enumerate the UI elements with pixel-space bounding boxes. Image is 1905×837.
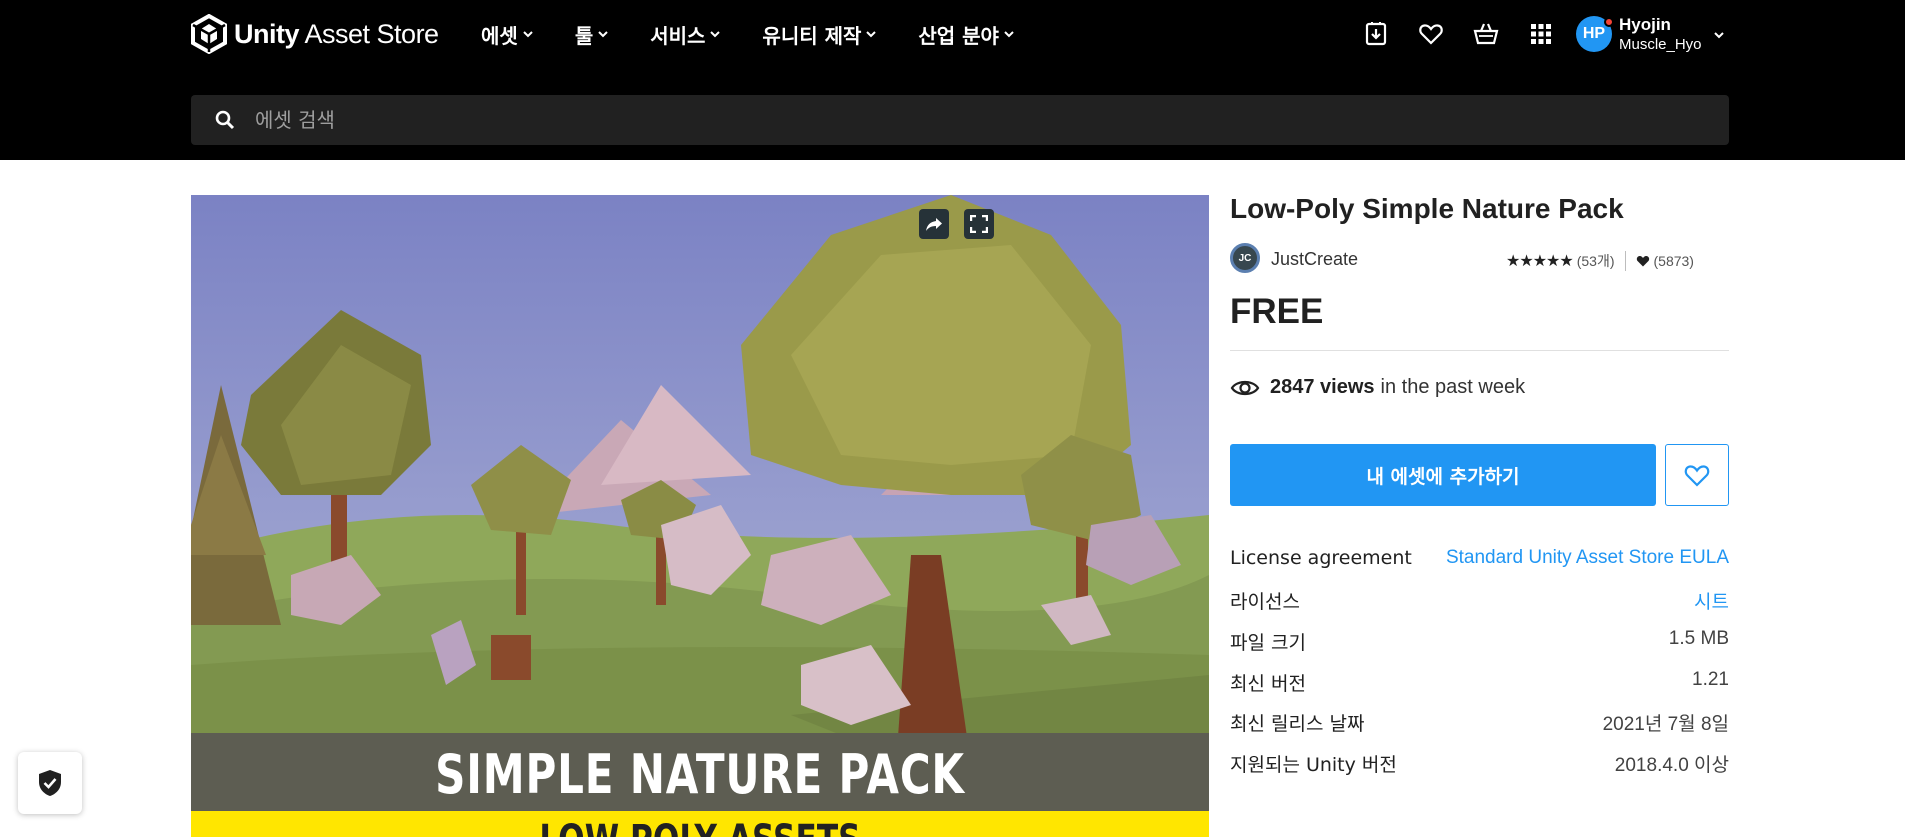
nav-industries[interactable]: 산업 분야 — [918, 20, 1014, 48]
views-count: 2847 views — [1270, 376, 1375, 398]
publisher-link[interactable]: JustCreate — [1271, 249, 1358, 270]
nav-made-with-unity[interactable]: 유니티 제작 — [762, 20, 877, 48]
license-agreement-link[interactable]: Standard Unity Asset Store EULA — [1446, 547, 1729, 569]
nav-assets[interactable]: 에셋 — [481, 20, 533, 48]
add-to-wishlist-button[interactable] — [1665, 444, 1729, 506]
chevron-down-icon — [598, 31, 608, 38]
nav-industries-label: 산업 분야 — [918, 23, 999, 48]
favorite-count: (5873) — [1653, 253, 1694, 269]
detail-row-latest-version: 최신 버전 1.21 — [1230, 669, 1729, 696]
nav-services[interactable]: 서비스 — [650, 20, 721, 48]
publisher-logo-initials: JC — [1238, 252, 1252, 264]
nav-tools-label: 툴 — [574, 23, 594, 48]
detail-row-release-date: 최신 릴리스 날짜 2021년 7월 8일 — [1230, 709, 1729, 736]
search-bar — [191, 95, 1729, 145]
fullscreen-button[interactable] — [964, 209, 994, 239]
license-type-link[interactable]: 시트 — [1694, 587, 1729, 614]
eye-icon — [1230, 380, 1260, 395]
heart-outline-icon — [1684, 465, 1710, 487]
detail-row-file-size: 파일 크기 1.5 MB — [1230, 628, 1729, 655]
share-icon — [926, 218, 942, 231]
logo-unity-text: Unity — [234, 18, 300, 49]
file-size-value: 1.5 MB — [1668, 628, 1729, 649]
header-icon-group — [1362, 20, 1582, 48]
chevron-down-icon — [710, 31, 721, 38]
heart-icon — [1636, 255, 1649, 267]
unity-cube-icon — [191, 14, 227, 54]
user-name[interactable]: Hyojin — [1619, 15, 1671, 35]
hero-banner-title: SIMPLE NATURE PACK — [435, 743, 965, 806]
avatar-initials: HP — [1582, 25, 1606, 42]
release-date-value: 2021년 7월 8일 — [1602, 714, 1729, 735]
price: FREE — [1230, 292, 1324, 331]
apps-button[interactable] — [1527, 20, 1555, 48]
detail-label: License agreement — [1230, 547, 1412, 569]
search-input[interactable] — [255, 108, 1655, 132]
chevron-down-icon — [866, 31, 877, 38]
cart-button[interactable] — [1472, 20, 1500, 48]
detail-label: 최신 릴리스 날짜 — [1230, 713, 1365, 735]
hero-banner-subtitle: LOW POLY ASSETS — [303, 817, 1097, 837]
weekly-views: 2847 views in the past week — [1230, 376, 1525, 399]
privacy-settings-button[interactable] — [18, 752, 82, 814]
latest-version-value: 1.21 — [1692, 669, 1729, 690]
nav-made-with-unity-label: 유니티 제작 — [762, 23, 862, 48]
chevron-down-icon[interactable] — [1713, 29, 1725, 41]
detail-row-license-agreement: License agreement Standard Unity Asset S… — [1230, 547, 1729, 569]
detail-label: 라이선스 — [1230, 591, 1300, 613]
nav-assets-label: 에셋 — [481, 23, 518, 48]
nav-tools[interactable]: 툴 — [575, 20, 608, 48]
review-count[interactable]: (53개) — [1577, 251, 1615, 271]
heart-icon — [1419, 24, 1443, 45]
publisher-logo[interactable]: JC — [1230, 243, 1260, 273]
divider — [1230, 350, 1729, 351]
search-icon[interactable] — [215, 110, 235, 130]
hero-banner-strip: LOW POLY ASSETS — [191, 811, 1209, 837]
share-button[interactable] — [919, 209, 949, 239]
views-suffix: in the past week — [1380, 376, 1526, 398]
detail-label: 지원되는 Unity 버전 — [1230, 754, 1397, 776]
rating-summary: ★★★★★ (53개) (5873) — [1506, 251, 1694, 271]
shield-check-icon — [39, 770, 61, 796]
unity-version-value: 2018.4.0 이상 — [1614, 755, 1729, 776]
download-button[interactable] — [1362, 20, 1390, 48]
chevron-down-icon — [1004, 31, 1014, 38]
unity-asset-store-logo[interactable]: Unity Asset Store — [190, 14, 439, 54]
nav-services-label: 서비스 — [650, 23, 706, 48]
apps-grid-icon — [1531, 24, 1551, 44]
add-to-my-assets-button[interactable]: 내 에셋에 추가하기 — [1230, 444, 1656, 506]
product-hero-image[interactable]: SIMPLE NATURE PACK LOW POLY ASSETS — [191, 195, 1209, 837]
chevron-down-icon — [523, 31, 533, 38]
rating-divider — [1624, 251, 1626, 271]
star-rating[interactable]: ★★★★★ — [1506, 251, 1574, 271]
detail-row-license: 라이선스 시트 — [1230, 587, 1729, 614]
product-title: Low-Poly Simple Nature Pack — [1230, 193, 1624, 224]
download-icon — [1365, 22, 1387, 46]
main-nav: 에셋 툴 서비스 유니티 제작 산업 분야 — [481, 20, 1056, 48]
top-header: Unity Asset Store 에셋 툴 서비스 유니티 제작 산업 분야 … — [0, 0, 1905, 160]
fullscreen-icon — [970, 215, 988, 233]
detail-label: 파일 크기 — [1230, 632, 1306, 654]
wishlist-button[interactable] — [1417, 20, 1445, 48]
detail-label: 최신 버전 — [1230, 673, 1306, 695]
detail-row-unity-version: 지원되는 Unity 버전 2018.4.0 이상 — [1230, 750, 1729, 777]
notification-dot — [1604, 17, 1614, 27]
cart-icon — [1473, 23, 1499, 45]
user-handle[interactable]: Muscle_Hyo — [1619, 36, 1702, 53]
logo-store-text: Asset Store — [304, 18, 440, 49]
